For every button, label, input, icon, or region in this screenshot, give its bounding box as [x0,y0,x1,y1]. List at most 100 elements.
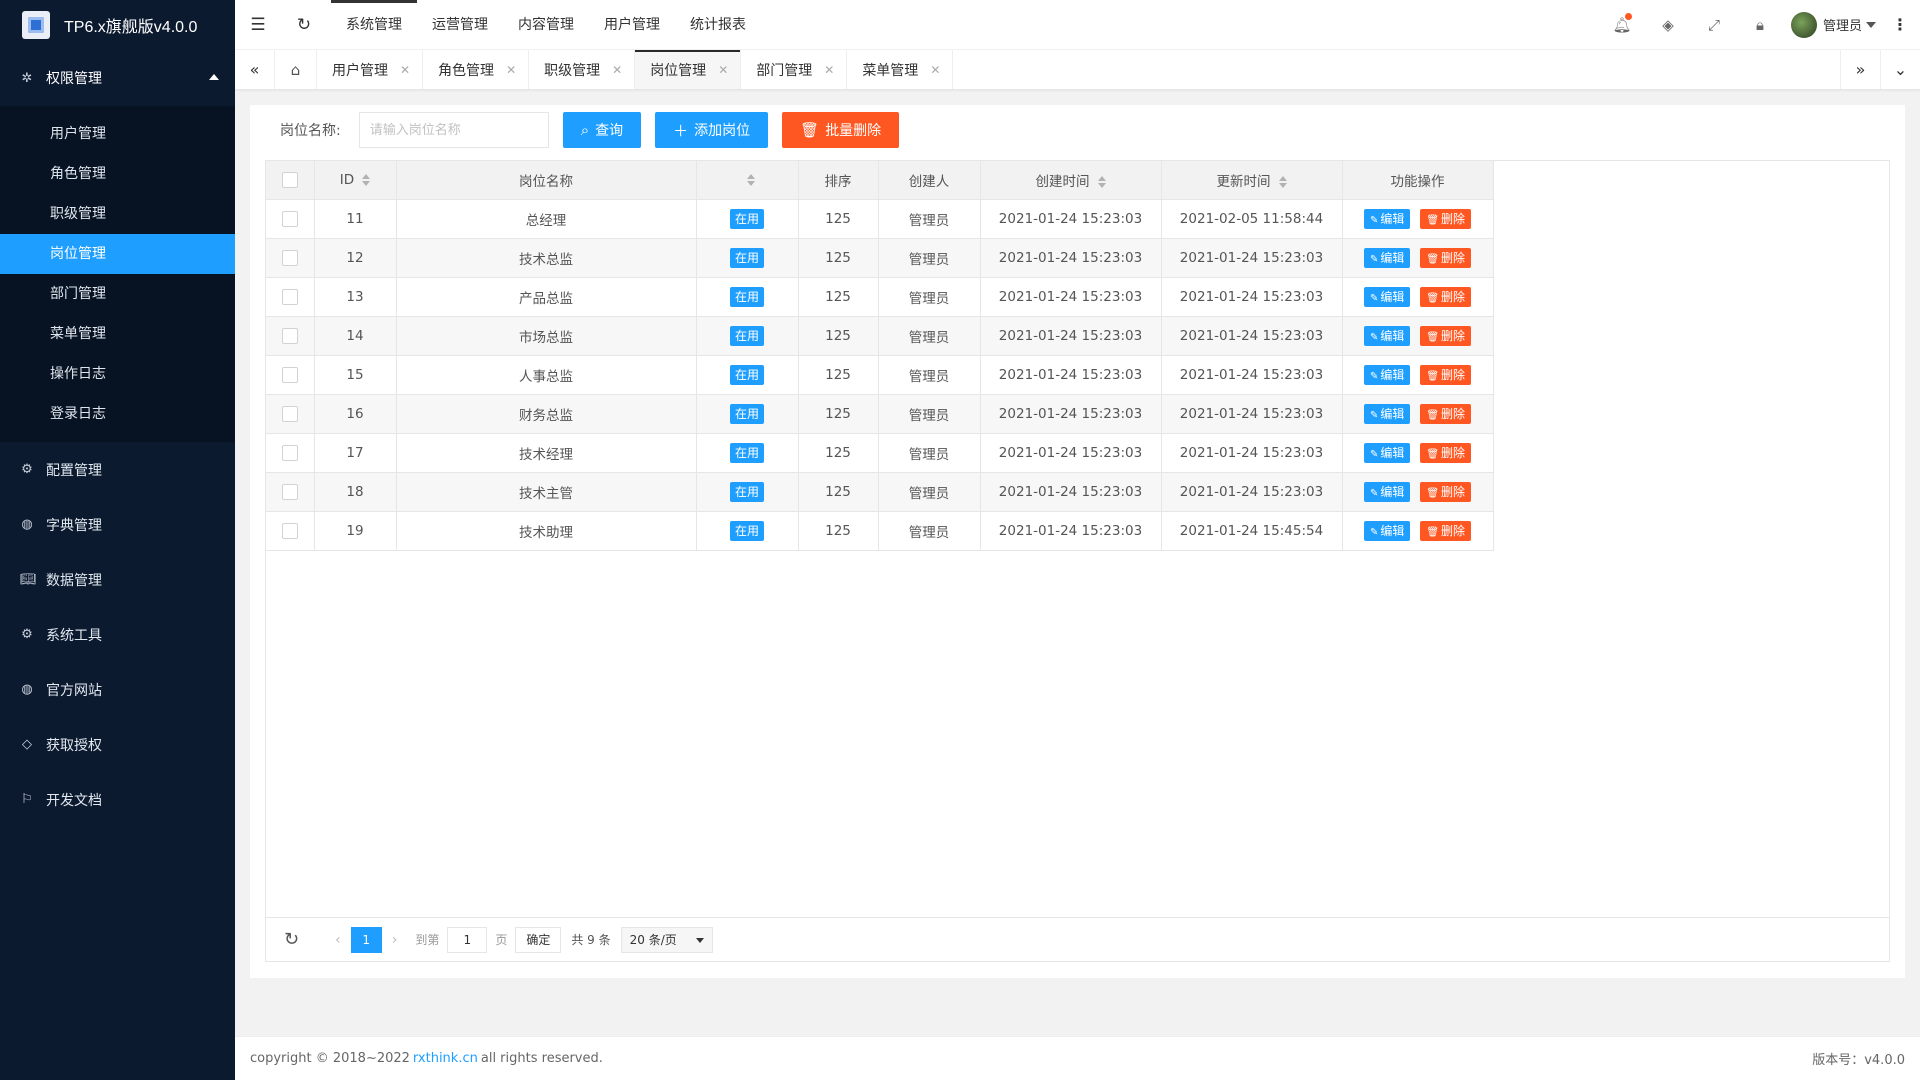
edit-button[interactable]: ✎ 编辑 [1363,442,1411,463]
row-checkbox[interactable] [281,249,298,266]
home-icon[interactable]: ⌂ [275,50,317,89]
prev-page-icon[interactable]: ‹ [335,932,341,948]
row-checkbox[interactable] [281,483,298,500]
batch-delete-button[interactable]: 🗑︎ 批量删除 [782,112,900,148]
sidebar-item[interactable]: 登录日志 [0,394,235,434]
tabs-scroll-left-icon[interactable]: « [235,50,275,89]
row-checkbox[interactable] [281,444,298,461]
col-id[interactable]: ID [314,161,397,200]
sidebar-item[interactable]: 岗位管理 [0,234,235,274]
close-icon[interactable]: ✕ [718,63,728,77]
goto-page-input[interactable]: 1 [447,926,488,953]
tab-item[interactable]: 用户管理 ✕ [317,50,424,89]
tag-icon[interactable]: ◈ [1645,16,1691,34]
refresh-icon[interactable]: ↻ [281,15,327,35]
logo[interactable]: TP6.x旗舰版v4.0.0 [0,0,235,50]
sidebar-group[interactable]: ◇ 获取授权 [0,717,235,772]
select-all-checkbox[interactable] [281,171,298,188]
footer-link[interactable]: rxthink.cn [413,1051,478,1066]
tabs-dropdown-icon[interactable]: ⌄ [1880,50,1920,89]
top-nav-item[interactable]: 内容管理 [503,0,589,50]
status-badge[interactable]: 在用 [729,403,764,424]
sidebar-group[interactable]: ⚙ 系统工具 [0,607,235,662]
sidebar-group-permission[interactable]: ✲ 权限管理 [0,50,235,106]
refresh-table-icon[interactable]: ↻ [284,929,299,950]
sidebar-item[interactable]: 菜单管理 [0,314,235,354]
goto-confirm-button[interactable]: 确定 [515,926,562,953]
edit-button[interactable]: ✎ 编辑 [1363,364,1411,385]
top-nav-item[interactable]: 用户管理 [589,0,675,50]
status-badge[interactable]: 在用 [729,208,764,229]
user-menu[interactable]: 管理员 [1783,11,1888,38]
status-badge[interactable]: 在用 [729,520,764,541]
sidebar-group[interactable]: ◍ 官方网站 [0,662,235,717]
edit-button[interactable]: ✎ 编辑 [1363,481,1411,502]
status-badge[interactable]: 在用 [729,286,764,307]
edit-button[interactable]: ✎ 编辑 [1363,325,1411,346]
row-checkbox[interactable] [281,405,298,422]
sidebar-item[interactable]: 操作日志 [0,354,235,394]
menu-toggle-icon[interactable]: ☰ [235,15,281,35]
tab-item[interactable]: 岗位管理 ✕ [635,50,742,89]
status-badge[interactable]: 在用 [729,442,764,463]
sidebar-group[interactable]: ⚙ 配置管理 [0,442,235,497]
sort-icon[interactable] [747,173,755,186]
status-badge[interactable]: 在用 [729,481,764,502]
tab-item[interactable]: 角色管理 ✕ [423,50,530,89]
bell-icon[interactable]: 🔔︎ [1599,12,1645,34]
row-checkbox[interactable] [281,288,298,305]
sidebar-item[interactable]: 部门管理 [0,274,235,314]
lock-icon[interactable]: 🔒︎ [1737,16,1783,34]
edit-button[interactable]: ✎ 编辑 [1363,286,1411,307]
close-icon[interactable]: ✕ [506,63,516,77]
current-page[interactable]: 1 [350,926,382,953]
status-badge[interactable]: 在用 [729,325,764,346]
next-page-icon[interactable]: › [392,932,398,948]
col-created[interactable]: 创建时间 [980,161,1162,200]
delete-button[interactable]: 🗑︎ 删除 [1420,364,1472,385]
col-updated[interactable]: 更新时间 [1161,161,1343,200]
tab-item[interactable]: 菜单管理 ✕ [847,50,954,89]
edit-button[interactable]: ✎ 编辑 [1363,403,1411,424]
col-status[interactable] [696,161,799,200]
close-icon[interactable]: ✕ [400,63,410,77]
delete-button[interactable]: 🗑︎ 删除 [1420,325,1472,346]
query-button[interactable]: ⌕ 查询 [562,112,642,148]
tabs-scroll-right-icon[interactable]: » [1840,50,1880,89]
status-badge[interactable]: 在用 [729,364,764,385]
edit-button[interactable]: ✎ 编辑 [1363,247,1411,268]
sort-icon[interactable] [1278,175,1287,188]
sidebar-group[interactable]: ◍ 字典管理 [0,497,235,552]
delete-button[interactable]: 🗑︎ 删除 [1420,247,1472,268]
top-nav-item[interactable]: 统计报表 [675,0,761,50]
tab-item[interactable]: 职级管理 ✕ [529,50,636,89]
delete-button[interactable]: 🗑︎ 删除 [1420,442,1472,463]
top-nav-item[interactable]: 运营管理 [417,0,503,50]
position-name-input[interactable] [358,112,549,148]
add-position-button[interactable]: ＋ 添加岗位 [655,112,769,148]
row-checkbox[interactable] [281,522,298,539]
delete-button[interactable]: 🗑︎ 删除 [1420,520,1472,541]
fullscreen-icon[interactable]: ⤢ [1691,16,1737,34]
sidebar-group[interactable]: ⚐ 开发文档 [0,772,235,827]
delete-button[interactable]: 🗑︎ 删除 [1420,481,1472,502]
edit-button[interactable]: ✎ 编辑 [1363,208,1411,229]
tab-item[interactable]: 部门管理 ✕ [741,50,848,89]
page-size-select[interactable]: 20 条/页 [620,926,713,953]
delete-button[interactable]: 🗑︎ 删除 [1420,208,1472,229]
sidebar-item[interactable]: 职级管理 [0,194,235,234]
sidebar-group[interactable]: 📖︎ 数据管理 [0,552,235,607]
sidebar-item[interactable]: 用户管理 [0,114,235,154]
close-icon[interactable]: ✕ [930,63,940,77]
row-checkbox[interactable] [281,366,298,383]
row-checkbox[interactable] [281,210,298,227]
more-vertical-icon[interactable]: ⋮ [1888,15,1912,34]
sidebar-item[interactable]: 角色管理 [0,154,235,194]
sort-icon[interactable] [1097,175,1106,188]
delete-button[interactable]: 🗑︎ 删除 [1420,286,1472,307]
status-badge[interactable]: 在用 [729,247,764,268]
close-icon[interactable]: ✕ [824,63,834,77]
sort-icon[interactable] [362,173,371,186]
top-nav-item[interactable]: 系统管理 [331,0,417,50]
delete-button[interactable]: 🗑︎ 删除 [1420,403,1472,424]
